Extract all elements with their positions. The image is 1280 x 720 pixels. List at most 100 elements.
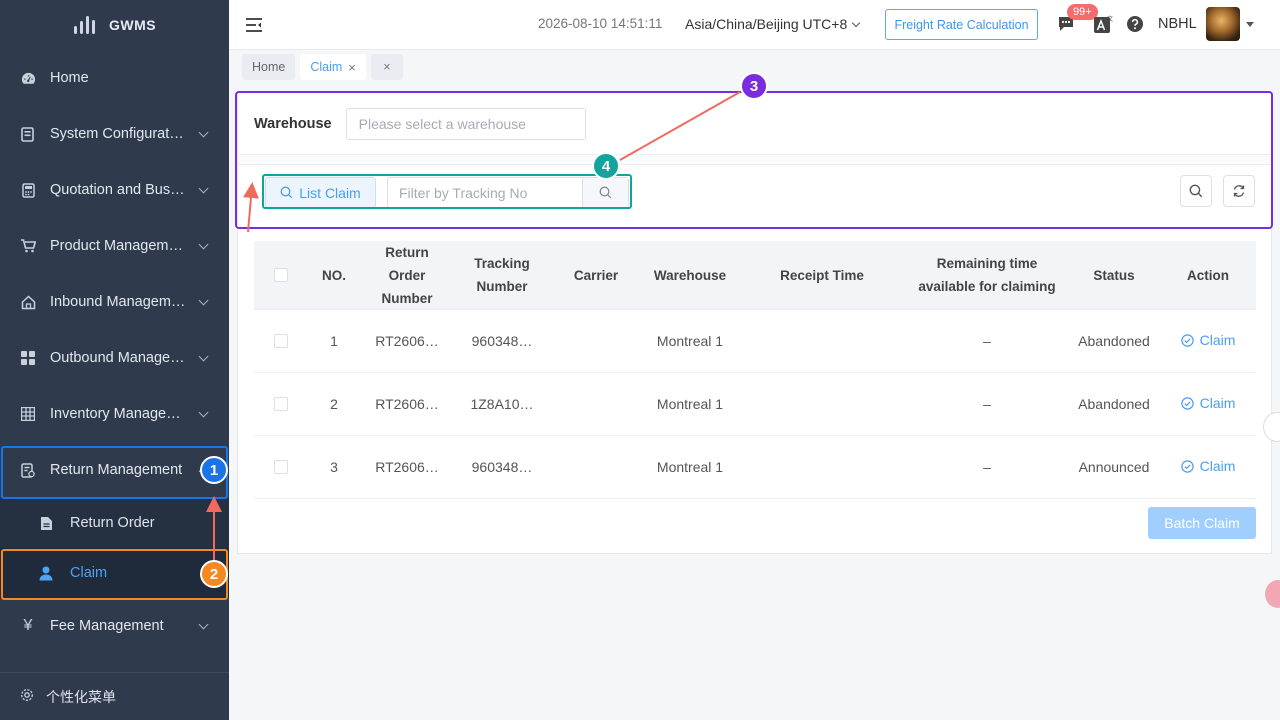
tab-home[interactable]: Home	[242, 54, 296, 80]
claim-link-label: Claim	[1199, 394, 1236, 411]
user-name[interactable]: NBHL	[1158, 16, 1197, 32]
cell-return-order: RT2606…	[375, 458, 439, 475]
cell-tracking: 960348…	[471, 332, 533, 349]
personal-menu[interactable]: 个性化菜单	[0, 672, 229, 720]
sidebar-item-outbound[interactable]: Outbound Management	[0, 330, 229, 386]
user-icon	[38, 565, 54, 581]
search-icon	[280, 186, 293, 199]
check-circle-icon	[1180, 333, 1194, 347]
list-claim-button[interactable]: List Claim	[265, 177, 376, 208]
app-logo[interactable]: GWMS	[0, 0, 229, 50]
row-select-cell	[254, 460, 308, 474]
tab-bar: Home Claim × ×	[242, 54, 403, 80]
sidebar-subitem-label: Claim	[70, 565, 108, 581]
cell-no: 2	[330, 395, 338, 412]
column-header: Status	[1093, 267, 1135, 283]
logo-icon	[74, 16, 95, 34]
document-icon	[38, 515, 54, 531]
sidebar-item-label: Outbound Management	[50, 350, 186, 366]
freight-rate-calculation-button[interactable]: Freight Rate Calculation	[885, 9, 1038, 40]
cart-icon	[20, 238, 36, 254]
chevron-down-icon	[198, 183, 209, 194]
column-header: Carrier	[573, 267, 619, 283]
sidebar-item-label: Quotation and Business	[50, 182, 186, 198]
column-header: Warehouse	[653, 267, 727, 283]
sidebar-item-home[interactable]: Home	[0, 50, 229, 106]
tab-label: Home	[252, 60, 286, 74]
translate-icon[interactable]: 文	[1093, 15, 1113, 37]
help-icon[interactable]	[1126, 15, 1144, 36]
step-marker-4: 4	[592, 152, 620, 180]
refresh-button[interactable]	[1223, 175, 1255, 207]
yen-icon: ¥	[23, 617, 33, 634]
avatar[interactable]	[1206, 7, 1240, 41]
tracking-filter-group: Filter by Tracking No	[387, 177, 629, 208]
step-marker-2: 2	[200, 560, 228, 588]
select-all-checkbox[interactable]	[274, 268, 288, 282]
tracking-search-button[interactable]	[582, 178, 628, 207]
sidebar-item-inbound[interactable]: Inbound Management	[0, 274, 229, 330]
warehouse-select[interactable]: Please select a warehouse	[345, 108, 586, 140]
column-header: Receipt Time	[780, 267, 864, 283]
sidebar-item-label: System Configuration	[50, 126, 186, 142]
row-checkbox[interactable]	[274, 334, 288, 348]
sidebar-item-product[interactable]: Product Management	[0, 218, 229, 274]
cell-tracking: 1Z8A10…	[470, 395, 534, 412]
tab-label: Claim	[310, 60, 343, 74]
sidebar-item-return-management[interactable]: Return Management	[0, 442, 229, 498]
list-claim-label: List Claim	[299, 184, 361, 201]
column-header: Tracking Number	[474, 256, 530, 294]
close-icon[interactable]: ×	[348, 60, 356, 75]
cell-warehouse: Montreal 1	[656, 458, 724, 475]
dashboard-icon	[20, 70, 36, 86]
search-toggle-button[interactable]	[1180, 175, 1212, 207]
claim-link[interactable]: Claim	[1180, 455, 1236, 478]
cell-remaining-time: –	[983, 458, 991, 475]
cell-action: Claim	[1160, 392, 1256, 417]
search-icon	[1189, 184, 1203, 198]
caret-down-icon[interactable]	[1246, 22, 1254, 27]
column-header: NO.	[321, 267, 346, 283]
chevron-down-icon	[852, 18, 861, 28]
sidebar-subitem-return-order[interactable]: Return Order	[0, 498, 229, 548]
floating-helper-icon[interactable]	[1265, 580, 1280, 608]
close-all-tabs-button[interactable]: ×	[370, 54, 403, 80]
timezone-selector[interactable]: Asia/China/Beijing UTC+8	[685, 16, 861, 32]
chevron-down-icon	[198, 239, 209, 250]
row-select-cell	[254, 334, 308, 348]
cell-return-order: RT2606…	[375, 332, 439, 349]
chevron-down-icon	[198, 351, 209, 362]
sidebar-item-label: Inbound Management	[50, 294, 186, 310]
cell-status: Abandoned	[1078, 395, 1150, 412]
sidebar-item-inventory[interactable]: Inventory Management	[0, 386, 229, 442]
cell-status: Announced	[1078, 458, 1150, 475]
sidebar-item-label: Fee Management	[50, 618, 164, 634]
grid-icon	[20, 350, 36, 366]
chevron-down-icon	[198, 407, 209, 418]
claim-link-label: Claim	[1199, 457, 1236, 474]
sidebar-item-system-configuration[interactable]: System Configuration	[0, 106, 229, 162]
section-divider	[238, 154, 1271, 165]
check-circle-icon	[1180, 459, 1194, 473]
cell-action: Claim	[1160, 329, 1256, 354]
table-header: NO. Return Order Number Tracking Number …	[254, 241, 1256, 310]
claim-link[interactable]: Claim	[1180, 392, 1236, 415]
row-checkbox[interactable]	[274, 460, 288, 474]
sidebar-item-quotation[interactable]: Quotation and Business	[0, 162, 229, 218]
calculator-icon	[20, 182, 36, 198]
menu-collapse-icon[interactable]	[245, 17, 263, 36]
batch-claim-button[interactable]: Batch Claim	[1148, 507, 1256, 539]
cell-remaining-time: –	[983, 395, 991, 412]
close-icon: ×	[383, 60, 391, 74]
tab-claim[interactable]: Claim ×	[300, 54, 366, 80]
claim-table: NO. Return Order Number Tracking Number …	[254, 241, 1256, 499]
chevron-down-icon	[198, 127, 209, 138]
claim-link[interactable]: Claim	[1180, 329, 1235, 352]
tracking-number-input[interactable]: Filter by Tracking No	[388, 178, 582, 207]
column-header: Return Order Number	[381, 244, 433, 306]
check-circle-icon	[1180, 396, 1194, 410]
sidebar-item-fee-management[interactable]: ¥ Fee Management	[0, 598, 229, 654]
sidebar-item-label: Home	[50, 70, 89, 86]
sidebar-subitem-claim[interactable]: Claim	[0, 548, 229, 598]
row-checkbox[interactable]	[274, 397, 288, 411]
